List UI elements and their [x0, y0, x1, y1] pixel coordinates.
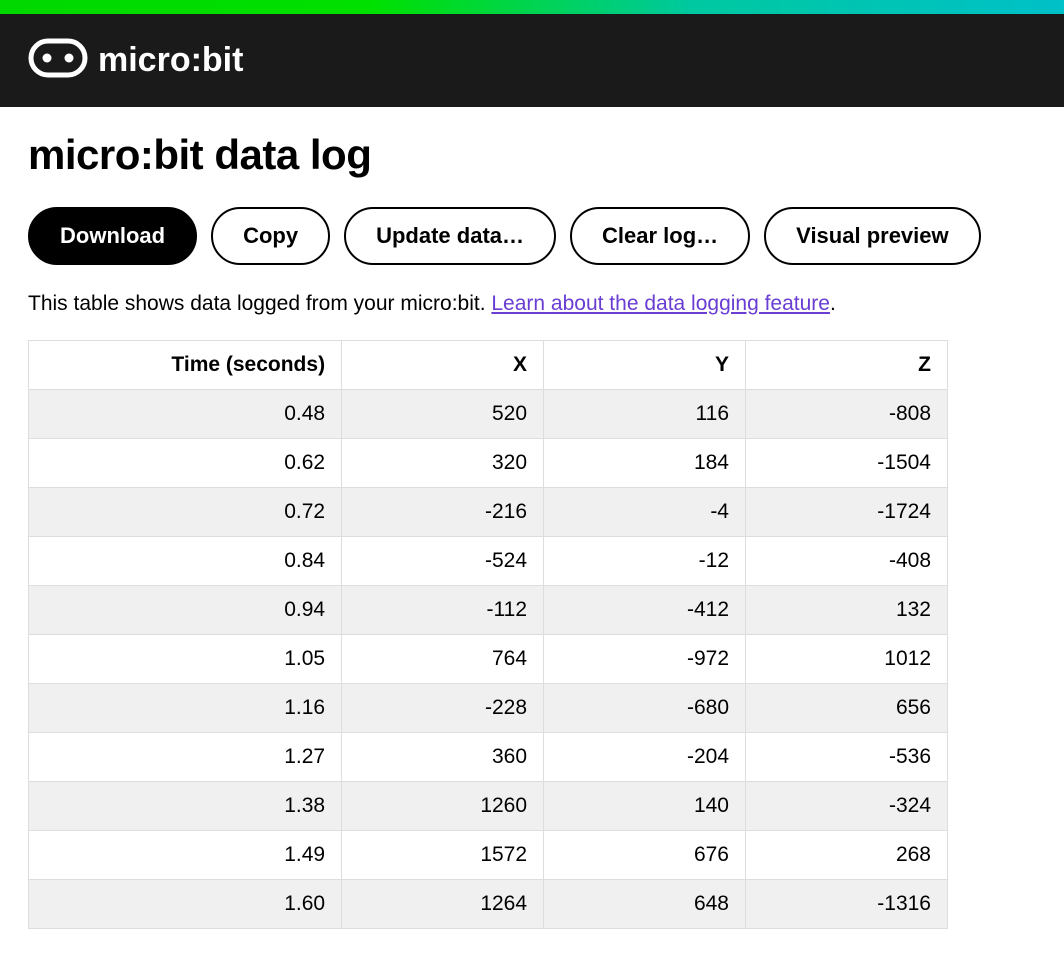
- table-row: 0.48520116-808: [29, 390, 948, 439]
- table-cell: -12: [544, 537, 746, 586]
- table-header: X: [342, 341, 544, 390]
- table-cell: 132: [746, 586, 948, 635]
- logo: micro:bit: [28, 38, 243, 83]
- table-cell: 0.94: [29, 586, 342, 635]
- table-cell: -536: [746, 733, 948, 782]
- table-row: 0.72-216-4-1724: [29, 488, 948, 537]
- table-cell: 1.16: [29, 684, 342, 733]
- table-cell: 1.38: [29, 782, 342, 831]
- table-row: 1.05764-9721012: [29, 635, 948, 684]
- table-cell: 1.60: [29, 880, 342, 929]
- microbit-icon: [28, 38, 88, 83]
- table-cell: -204: [544, 733, 746, 782]
- description-suffix: .: [830, 292, 836, 315]
- download-button[interactable]: Download: [28, 207, 197, 265]
- table-row: 0.94-112-412132: [29, 586, 948, 635]
- table-cell: -408: [746, 537, 948, 586]
- table-cell: -4: [544, 488, 746, 537]
- table-header: Z: [746, 341, 948, 390]
- table-cell: 1012: [746, 635, 948, 684]
- table-row: 1.381260140-324: [29, 782, 948, 831]
- table-cell: -972: [544, 635, 746, 684]
- table-cell: -680: [544, 684, 746, 733]
- table-row: 1.27360-204-536: [29, 733, 948, 782]
- table-cell: 360: [342, 733, 544, 782]
- update-data-button[interactable]: Update data…: [344, 207, 556, 265]
- table-cell: 648: [544, 880, 746, 929]
- clear-log-button[interactable]: Clear log…: [570, 207, 750, 265]
- table-cell: 520: [342, 390, 544, 439]
- table-cell: 1.05: [29, 635, 342, 684]
- table-row: 0.84-524-12-408: [29, 537, 948, 586]
- table-header: Y: [544, 341, 746, 390]
- learn-link[interactable]: Learn about the data logging feature: [491, 292, 830, 315]
- table-cell: 116: [544, 390, 746, 439]
- table-cell: -1504: [746, 439, 948, 488]
- main-content: micro:bit data log Download Copy Update …: [0, 107, 1064, 953]
- table-cell: 1260: [342, 782, 544, 831]
- table-cell: 0.62: [29, 439, 342, 488]
- description: This table shows data logged from your m…: [28, 289, 1036, 318]
- visual-preview-button[interactable]: Visual preview: [764, 207, 980, 265]
- table-cell: 0.72: [29, 488, 342, 537]
- data-table: Time (seconds)XYZ 0.48520116-8080.623201…: [28, 340, 948, 929]
- table-cell: 1.27: [29, 733, 342, 782]
- table-cell: 764: [342, 635, 544, 684]
- table-cell: -808: [746, 390, 948, 439]
- table-cell: 320: [342, 439, 544, 488]
- table-cell: -324: [746, 782, 948, 831]
- description-text: This table shows data logged from your m…: [28, 292, 491, 315]
- table-cell: 1264: [342, 880, 544, 929]
- table-cell: -112: [342, 586, 544, 635]
- table-cell: -524: [342, 537, 544, 586]
- table-cell: 268: [746, 831, 948, 880]
- table-row: 1.16-228-680656: [29, 684, 948, 733]
- copy-button[interactable]: Copy: [211, 207, 330, 265]
- table-cell: 0.84: [29, 537, 342, 586]
- table-cell: 1572: [342, 831, 544, 880]
- table-header-row: Time (seconds)XYZ: [29, 341, 948, 390]
- table-cell: 140: [544, 782, 746, 831]
- brand-name: micro:bit: [98, 41, 243, 80]
- table-header: Time (seconds): [29, 341, 342, 390]
- page-title: micro:bit data log: [28, 131, 1036, 179]
- table-cell: 184: [544, 439, 746, 488]
- gradient-bar: [0, 0, 1064, 14]
- table-cell: 1.49: [29, 831, 342, 880]
- table-cell: -216: [342, 488, 544, 537]
- table-cell: 676: [544, 831, 746, 880]
- button-row: Download Copy Update data… Clear log… Vi…: [28, 207, 1036, 265]
- table-cell: 0.48: [29, 390, 342, 439]
- table-cell: 656: [746, 684, 948, 733]
- table-cell: -1724: [746, 488, 948, 537]
- header: micro:bit: [0, 14, 1064, 107]
- table-cell: -1316: [746, 880, 948, 929]
- table-row: 1.491572676268: [29, 831, 948, 880]
- table-cell: -228: [342, 684, 544, 733]
- table-row: 1.601264648-1316: [29, 880, 948, 929]
- table-row: 0.62320184-1504: [29, 439, 948, 488]
- table-cell: -412: [544, 586, 746, 635]
